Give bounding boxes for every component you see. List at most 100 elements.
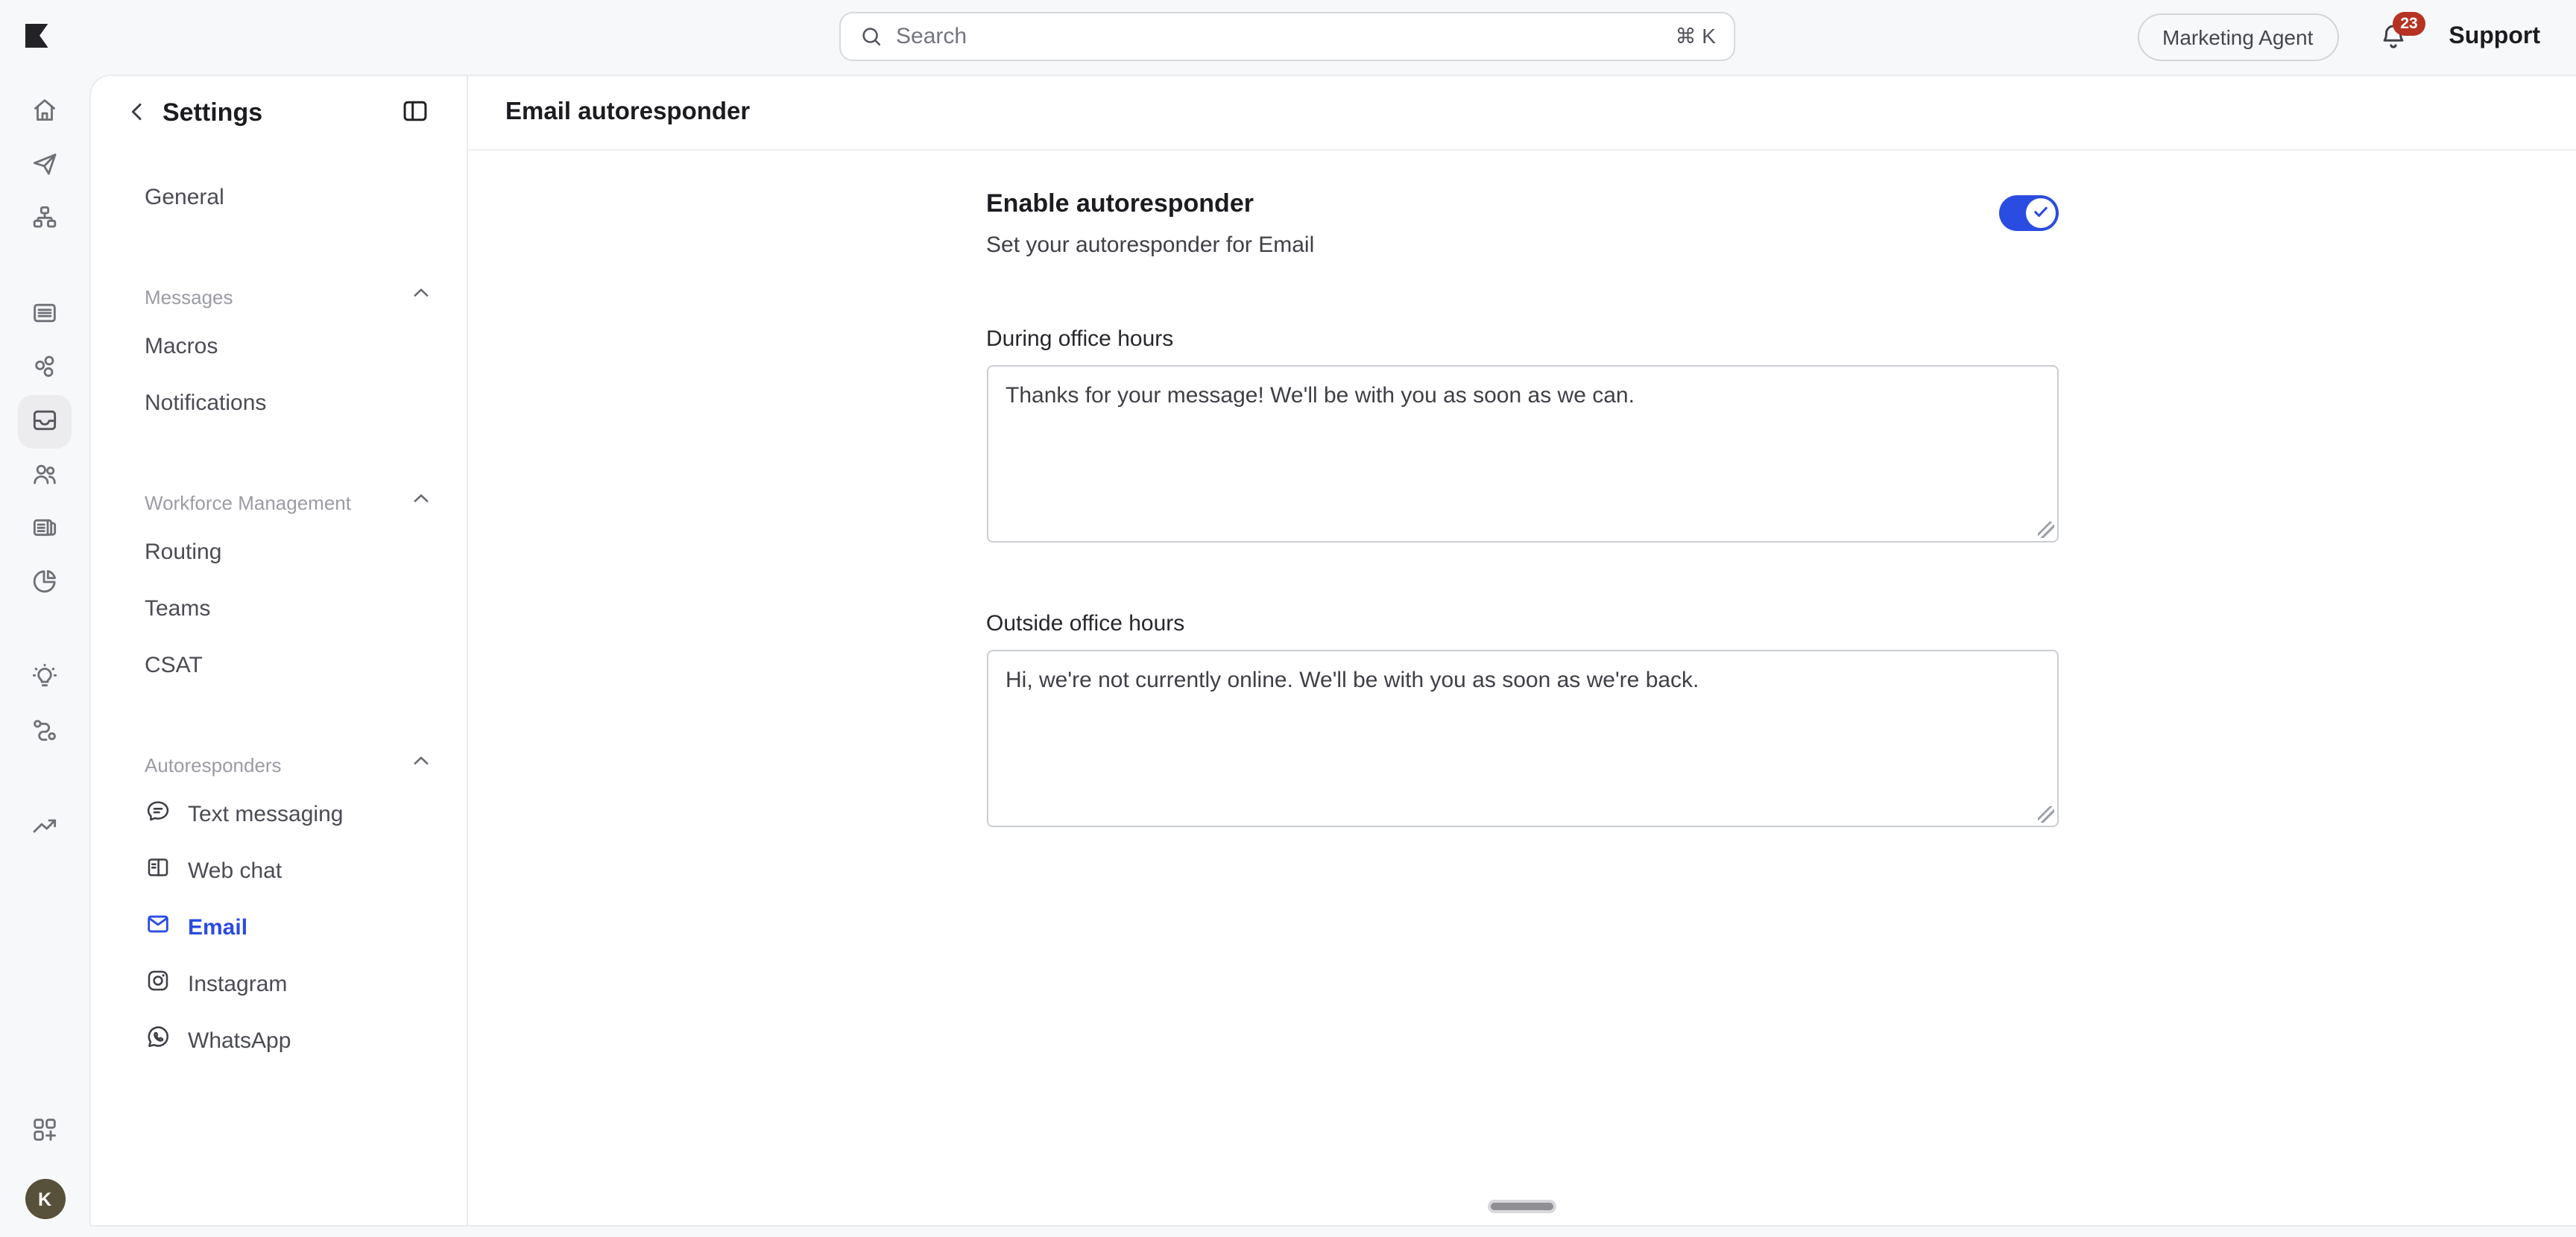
enable-title: Enable autoresponder — [986, 189, 1314, 219]
rail-notes-button[interactable] — [18, 288, 72, 341]
sidebar-item-email[interactable]: Email — [145, 899, 431, 955]
agent-status-button[interactable]: Marketing Agent — [2137, 13, 2338, 61]
rail-inbox-button[interactable] — [18, 395, 72, 449]
route-icon — [30, 715, 60, 749]
email-envelope-icon — [145, 911, 171, 943]
panel-left-icon — [400, 97, 429, 130]
autoresponder-toggle[interactable] — [1998, 195, 2058, 231]
section-autoresponders: Autoresponders Text messaging Web chat E… — [145, 744, 431, 1069]
chevron-up-icon — [411, 283, 431, 310]
global-search[interactable]: ⌘ K — [839, 12, 1735, 61]
sidebar-item-csat[interactable]: CSAT — [145, 636, 431, 693]
rail-send-button[interactable] — [18, 139, 72, 192]
collapse-sidebar-button[interactable] — [398, 97, 431, 130]
autoresponder-form: Enable autoresponder Set your autorespon… — [986, 151, 2058, 1225]
section-workforce-header[interactable]: Workforce Management — [145, 481, 431, 523]
rail-trending-button[interactable] — [18, 800, 72, 854]
sidebar-item-instagram[interactable]: Instagram — [145, 955, 431, 1012]
sidebar-item-web-chat[interactable]: Web chat — [145, 842, 431, 899]
news-icon — [30, 512, 60, 546]
workflow-icon — [30, 202, 60, 236]
chevron-up-icon — [411, 489, 431, 516]
rail-insights-button[interactable] — [18, 651, 72, 705]
rail-news-button[interactable] — [18, 502, 72, 556]
chevron-left-icon — [125, 99, 149, 127]
during-hours-textarea[interactable]: Thanks for your message! We'll be with y… — [986, 365, 2058, 542]
customers-icon — [30, 458, 60, 493]
notifications-button[interactable]: 23 — [2377, 21, 2410, 54]
search-input[interactable] — [896, 24, 1676, 49]
channel-label: Text messaging — [188, 801, 343, 826]
during-hours-label: During office hours — [986, 326, 2058, 352]
instagram-icon — [145, 967, 171, 1000]
search-icon — [859, 24, 884, 49]
sidebar-item-teams[interactable]: Teams — [145, 580, 431, 636]
home-icon — [30, 95, 60, 129]
inbox-icon — [30, 405, 60, 439]
sidebar-item-text-messaging[interactable]: Text messaging — [145, 785, 431, 842]
web-chat-icon — [145, 854, 171, 887]
rail-customers-button[interactable] — [18, 449, 72, 502]
sidebar-item-general[interactable]: General — [145, 168, 431, 225]
enable-texts: Enable autoresponder Set your autorespon… — [986, 189, 1314, 258]
section-messages-header[interactable]: Messages — [145, 276, 431, 317]
rail-routing-button[interactable] — [18, 705, 72, 759]
lightbulb-icon — [30, 661, 60, 695]
settings-sidebar: Settings General Messages Macros Notific… — [91, 76, 468, 1225]
whatsapp-icon — [145, 1024, 171, 1057]
settings-header: Settings — [121, 97, 431, 130]
section-label: Autoresponders — [145, 753, 282, 776]
search-shortcut: ⌘ K — [1676, 24, 1716, 49]
bell-icon — [2377, 33, 2408, 58]
left-icon-rail: K — [0, 75, 89, 1237]
top-right-cluster: Marketing Agent 23 Support — [2137, 0, 2540, 75]
section-autoresponders-header[interactable]: Autoresponders — [145, 744, 431, 785]
content-area: Email autoresponder Enable autoresponder… — [468, 76, 2576, 1225]
enable-row: Enable autoresponder Set your autorespon… — [986, 189, 2058, 258]
section-messages: Messages Macros Notifications — [145, 276, 431, 431]
section-workforce-management: Workforce Management Routing Teams CSAT — [145, 481, 431, 693]
channel-label: Web chat — [188, 858, 282, 883]
pie-chart-icon — [30, 566, 60, 600]
app: ⌘ K Marketing Agent 23 Support — [0, 0, 2576, 1237]
trending-up-icon — [30, 810, 60, 844]
settings-nav: General Messages Macros Notifications Wo… — [121, 168, 431, 1069]
settings-title: Settings — [162, 98, 398, 128]
outside-hours-textarea[interactable]: Hi, we're not currently online. We'll be… — [986, 650, 2058, 827]
main-panel: Settings General Messages Macros Notific… — [89, 75, 2576, 1227]
rail-apps-button[interactable] — [18, 1104, 72, 1158]
kustomer-logo-icon — [25, 24, 48, 48]
rail-workflow-button[interactable] — [18, 192, 72, 246]
section-label: Workforce Management — [145, 491, 351, 513]
outside-hours-field: Hi, we're not currently online. We'll be… — [986, 650, 2058, 827]
rail-home-button[interactable] — [18, 85, 72, 139]
enable-description: Set your autoresponder for Email — [986, 232, 1314, 258]
content-body: Enable autoresponder Set your autorespon… — [468, 151, 2576, 1225]
bottom-drag-handle[interactable] — [1488, 1200, 1556, 1213]
channel-label: Email — [188, 914, 247, 940]
notification-count-badge: 23 — [2392, 12, 2425, 36]
channel-label: WhatsApp — [188, 1028, 291, 1053]
support-link[interactable]: Support — [2449, 24, 2540, 51]
apps-grid-plus-icon — [30, 1114, 60, 1148]
chevron-up-icon — [411, 751, 431, 778]
sidebar-item-whatsapp[interactable]: WhatsApp — [145, 1012, 431, 1069]
check-icon — [2031, 202, 2049, 224]
during-hours-field: Thanks for your message! We'll be with y… — [986, 365, 2058, 542]
toggle-knob — [2025, 198, 2055, 228]
back-button[interactable] — [121, 97, 154, 130]
notes-icon — [30, 297, 60, 332]
share-nodes-icon — [30, 351, 60, 385]
top-bar: ⌘ K Marketing Agent 23 Support — [0, 0, 2576, 75]
user-avatar[interactable]: K — [25, 1179, 65, 1219]
sidebar-item-routing[interactable]: Routing — [145, 523, 431, 580]
outside-hours-label: Outside office hours — [986, 611, 2058, 636]
sidebar-item-notifications[interactable]: Notifications — [145, 374, 431, 431]
section-label: Messages — [145, 285, 233, 308]
send-icon — [30, 148, 60, 183]
chat-bubble-icon — [145, 797, 171, 830]
page-title: Email autoresponder — [468, 76, 2576, 151]
rail-reports-button[interactable] — [18, 556, 72, 610]
rail-share-button[interactable] — [18, 341, 72, 395]
sidebar-item-macros[interactable]: Macros — [145, 317, 431, 374]
